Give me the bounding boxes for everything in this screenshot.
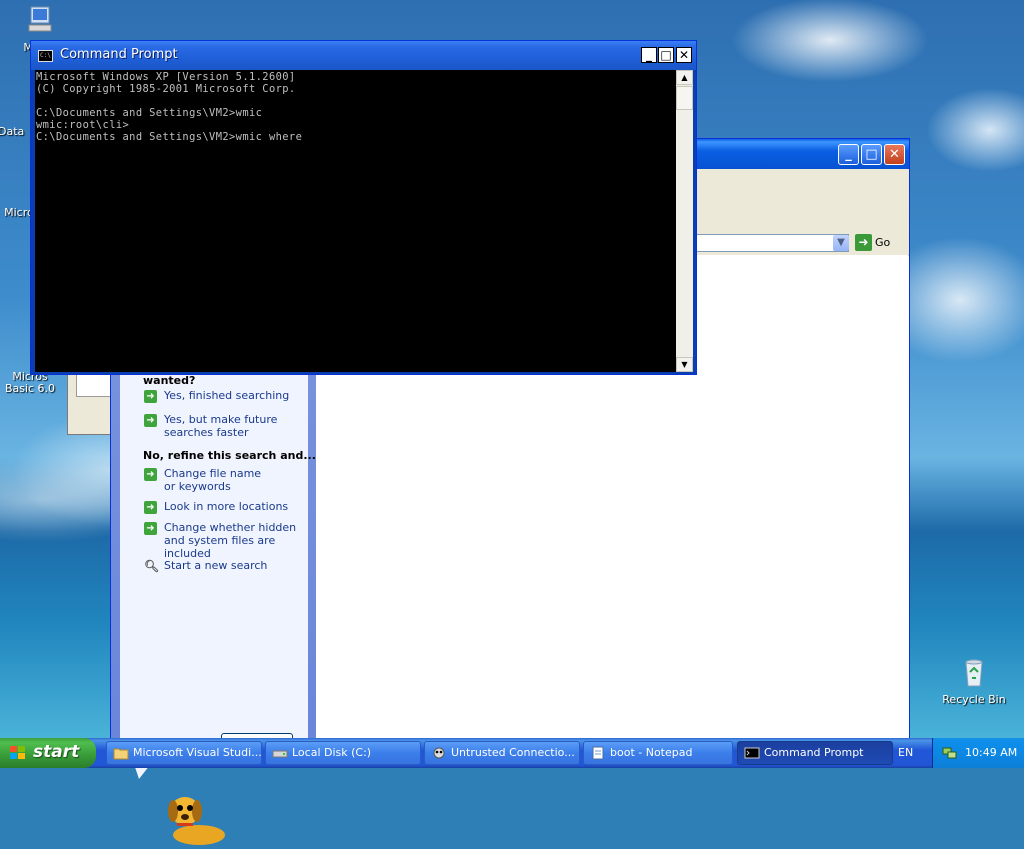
option-change-file-name[interactable]: ➜ Change file name or keywords: [144, 467, 309, 493]
refine-title: No, refine this search and...: [143, 449, 316, 462]
console-text: Microsoft Windows XP [Version 5.1.2600] …: [36, 71, 303, 143]
desktop-icon-recycle-bin[interactable]: Recycle Bin: [939, 656, 1009, 706]
taskbar-item-visual-studio[interactable]: Microsoft Visual Studi...: [106, 741, 262, 765]
close-button[interactable]: ✕: [676, 47, 692, 63]
green-arrow-icon: ➜: [144, 468, 157, 481]
option-new-search[interactable]: 🔍︎ Start a new search: [144, 559, 309, 573]
option-finished-searching[interactable]: ➜ Yes, finished searching: [144, 389, 309, 403]
close-button[interactable]: ✕: [884, 144, 905, 165]
vertical-scrollbar[interactable]: ▲ ▼: [676, 70, 693, 372]
minimize-button[interactable]: _: [641, 47, 657, 63]
command-prompt-window[interactable]: C:\ Command Prompt _ □ ✕ Microsoft Windo…: [30, 40, 697, 375]
search-dog-icon: [168, 797, 225, 845]
option-label: Change whether hidden and system files a…: [164, 521, 297, 560]
option-label: Yes, finished searching: [164, 389, 290, 402]
option-label: Change file name or keywords: [164, 467, 262, 493]
console-output[interactable]: Microsoft Windows XP [Version 5.1.2600] …: [35, 70, 676, 372]
scroll-down-icon[interactable]: ▼: [676, 357, 693, 372]
task-label: Local Disk (C:): [292, 746, 372, 759]
connection-icon: [433, 747, 445, 759]
option-label: Look in more locations: [164, 500, 289, 513]
green-arrow-icon: ➜: [144, 390, 157, 403]
scroll-thumb[interactable]: [676, 86, 693, 110]
computer-icon: [28, 6, 52, 32]
task-label: Microsoft Visual Studi...: [133, 746, 262, 759]
green-arrow-icon: ➜: [144, 522, 157, 535]
windows-logo-icon: [10, 746, 25, 759]
option-hidden-files[interactable]: ➜ Change whether hidden and system files…: [144, 521, 309, 560]
go-label: Go: [875, 236, 891, 249]
taskbar-item-local-disk[interactable]: Local Disk (C:): [265, 741, 421, 765]
magnifier-icon: 🔍︎: [144, 559, 160, 573]
start-button[interactable]: start: [0, 738, 96, 768]
go-arrow-icon: ➜: [855, 234, 872, 251]
system-tray: 10:49 AM: [932, 738, 1024, 768]
taskbar-item-notepad[interactable]: boot - Notepad: [583, 741, 733, 765]
cmd-icon: C:\: [38, 50, 53, 62]
start-label: start: [33, 742, 80, 762]
go-button[interactable]: ➜ Go: [855, 234, 890, 252]
clock[interactable]: 10:49 AM: [965, 746, 1017, 759]
drive-icon: [272, 750, 288, 758]
option-label: Yes, but make future searches faster: [164, 413, 278, 439]
maximize-button[interactable]: □: [861, 144, 882, 165]
green-arrow-icon: ➜: [144, 501, 157, 514]
option-faster-searches[interactable]: ➜ Yes, but make future searches faster: [144, 413, 309, 439]
folder-icon: [113, 748, 129, 760]
desktop-icon-label: Recycle Bin: [942, 693, 1006, 706]
option-more-locations[interactable]: ➜ Look in more locations: [144, 500, 309, 514]
task-label: Command Prompt: [764, 746, 864, 759]
search-bubble: Did you find what you wanted? ➜ Yes, fin…: [120, 355, 316, 763]
cmd-icon: [744, 747, 760, 759]
network-icon[interactable]: [942, 746, 957, 760]
green-arrow-icon: ➜: [144, 414, 157, 427]
taskbar: start Microsoft Visual Studi... Local Di…: [0, 738, 1024, 768]
background-window[interactable]: [67, 370, 116, 435]
recycle-bin-icon: [965, 659, 983, 687]
notepad-icon: [592, 746, 604, 760]
task-label: Untrusted Connectio...: [451, 746, 575, 759]
scroll-up-icon[interactable]: ▲: [676, 70, 693, 85]
task-label: boot - Notepad: [610, 746, 693, 759]
taskbar-item-command-prompt[interactable]: Command Prompt: [737, 741, 893, 765]
language-indicator[interactable]: EN: [898, 746, 913, 759]
chevron-down-icon[interactable]: ▼: [833, 235, 849, 251]
minimize-button[interactable]: _: [838, 144, 859, 165]
maximize-button[interactable]: □: [658, 47, 674, 63]
window-title: Command Prompt: [60, 47, 178, 62]
cmd-titlebar[interactable]: C:\ Command Prompt _ □ ✕: [31, 41, 696, 70]
taskbar-item-untrusted-connection[interactable]: Untrusted Connectio...: [424, 741, 580, 765]
option-label: Start a new search: [164, 559, 268, 572]
